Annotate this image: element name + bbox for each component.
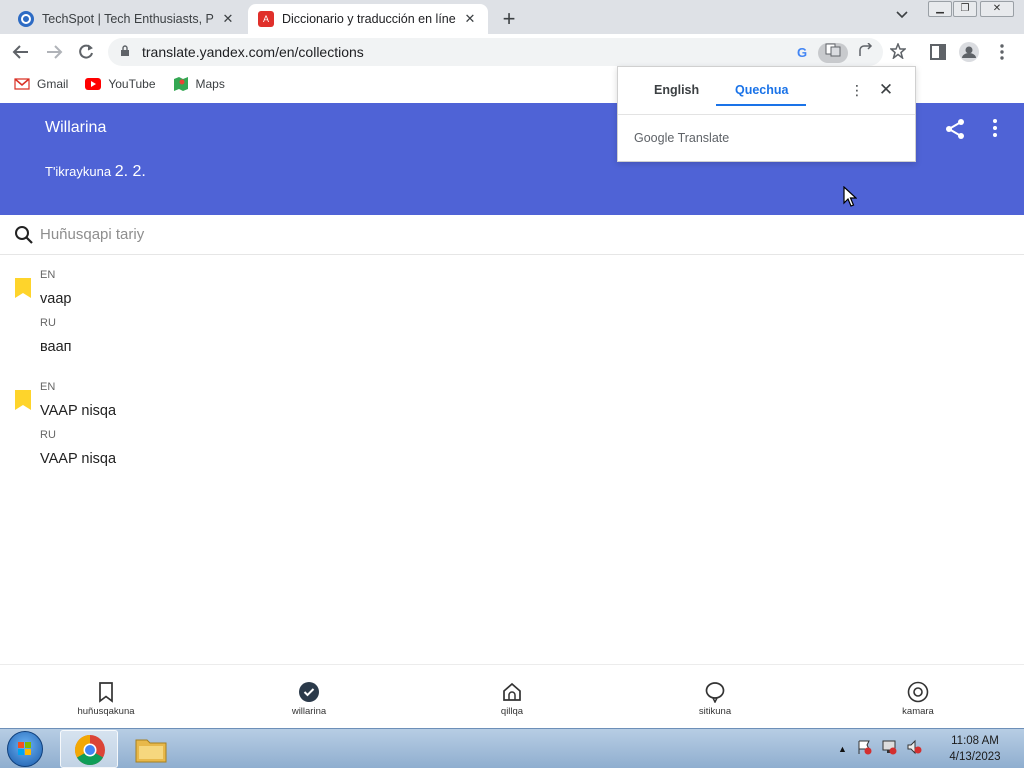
active-tab-indicator <box>716 104 806 106</box>
nav-qillqa[interactable]: qillqa <box>452 665 572 729</box>
google-lens-icon[interactable]: G <box>792 43 812 63</box>
windows-logo-icon <box>18 742 31 755</box>
target-language-tab[interactable]: Quechua <box>735 83 789 97</box>
search-icon <box>15 225 33 244</box>
forward-arrow-icon[interactable] <box>42 40 66 64</box>
tab-close-icon[interactable]: ✕ <box>220 11 236 27</box>
divider <box>618 114 915 115</box>
nav-label: huñusqakuna <box>77 706 135 717</box>
folder-icon <box>135 739 167 763</box>
minimize-button[interactable]: ▁ <box>928 1 952 17</box>
maps-icon <box>173 77 188 91</box>
home-icon <box>503 682 521 701</box>
new-tab-button[interactable]: + <box>498 6 520 32</box>
bookmark-youtube[interactable]: YouTube <box>85 77 156 91</box>
profile-avatar-icon[interactable] <box>957 40 981 64</box>
collection-title: Willarina <box>45 119 107 136</box>
translate-options-icon[interactable]: ⋮ <box>850 81 864 99</box>
collection-subtitle: T'ikraykuna 2. 2. <box>45 163 146 181</box>
taskbar-chrome[interactable] <box>60 730 118 768</box>
share-icon[interactable] <box>944 118 966 140</box>
bookmark-label: Gmail <box>37 77 69 91</box>
windows-taskbar: ▲ 11:08 AM 4/13/2023 <box>0 728 1024 768</box>
bookmark-icon[interactable] <box>15 390 31 410</box>
browser-toolbar: translate.yandex.com/en/collections G <box>0 34 1024 70</box>
bookmark-outline-icon <box>99 682 113 703</box>
source-text: VAAP nisqa <box>40 403 117 419</box>
url-text: translate.yandex.com/en/collections <box>142 44 364 60</box>
bookmark-label: Maps <box>195 77 225 91</box>
tray-expand-icon[interactable]: ▲ <box>838 744 847 754</box>
gmail-icon <box>14 78 30 90</box>
nav-willarina[interactable]: willarina <box>249 665 369 729</box>
source-text: vaap <box>40 291 72 307</box>
target-text: VAAP nisqa <box>40 451 117 467</box>
mouse-cursor-icon <box>843 186 857 207</box>
tab-strip: TechSpot | Tech Enthusiasts, Pow ✕ A Dic… <box>0 0 1024 34</box>
source-lang: EN <box>40 269 56 281</box>
side-panel-icon[interactable] <box>926 40 950 64</box>
brand-google: Google <box>634 131 675 145</box>
tab-title: TechSpot | Tech Enthusiasts, Pow <box>42 12 214 26</box>
window-close-button[interactable]: ✕ <box>980 1 1014 17</box>
chrome-icon <box>74 735 105 766</box>
clock-time: 11:08 AM <box>951 735 999 747</box>
system-tray: ▲ <box>838 737 931 761</box>
nav-label: qillqa <box>500 706 524 717</box>
tab-close-icon[interactable]: ✕ <box>462 11 478 27</box>
nav-label: willarina <box>291 706 327 717</box>
tab-search-chevron-icon[interactable] <box>896 8 908 22</box>
speech-bubble-icon <box>705 682 725 703</box>
system-clock[interactable]: 11:08 AM 4/13/2023 <box>940 733 1010 765</box>
source-lang: EN <box>40 381 56 393</box>
bookmark-star-icon[interactable] <box>888 41 908 63</box>
screen: TechSpot | Tech Enthusiasts, Pow ✕ A Dic… <box>0 0 1024 768</box>
nav-collections[interactable]: huñusqakuna <box>46 665 166 729</box>
more-options-icon[interactable] <box>988 117 1002 139</box>
action-center-flag-icon[interactable] <box>856 739 872 760</box>
youtube-icon <box>85 78 102 90</box>
network-icon[interactable] <box>881 739 897 760</box>
nav-label: kamara <box>902 706 934 717</box>
reload-icon[interactable] <box>74 40 98 64</box>
bottom-navigation: huñusqakuna willarina qillqa sitikuna ka… <box>0 664 1024 728</box>
chrome-menu-icon[interactable] <box>990 40 1014 64</box>
volume-muted-icon[interactable] <box>906 739 922 760</box>
close-icon[interactable]: ✕ <box>878 80 894 100</box>
collection-search <box>0 215 1024 255</box>
yandex-translate-icon: A <box>258 11 274 27</box>
start-button[interactable] <box>7 731 43 767</box>
target-lang: RU <box>40 317 56 329</box>
share-page-icon[interactable] <box>856 42 876 63</box>
camera-icon <box>907 681 929 703</box>
bookmark-label: YouTube <box>108 77 156 91</box>
techspot-icon <box>18 11 34 27</box>
tab-yandex-translate[interactable]: A Diccionario y traducción en línea ✕ <box>248 4 488 34</box>
target-lang: RU <box>40 429 56 441</box>
nav-sitikuna[interactable]: sitikuna <box>655 665 775 729</box>
bookmark-icon[interactable] <box>15 278 31 298</box>
check-circle-icon <box>299 682 319 702</box>
bookmark-maps[interactable]: Maps <box>173 76 225 92</box>
bookmark-gmail[interactable]: Gmail <box>14 77 68 91</box>
address-bar[interactable]: translate.yandex.com/en/collections G <box>108 38 907 66</box>
nav-kamara[interactable]: kamara <box>858 665 978 729</box>
lock-icon <box>120 44 136 60</box>
restore-button[interactable]: ❐ <box>953 1 977 17</box>
tab-title: Diccionario y traducción en línea <box>282 12 456 26</box>
source-language-tab[interactable]: English <box>654 83 699 97</box>
translate-popup: English Quechua ⋮ ✕ Google Translate <box>617 66 916 162</box>
search-input[interactable] <box>40 226 940 243</box>
target-text: ваап <box>40 339 72 355</box>
brand-translate: Translate <box>677 131 730 145</box>
translations-label: T'ikraykuna <box>45 164 112 179</box>
back-arrow-icon[interactable] <box>9 40 33 64</box>
nav-label: sitikuna <box>698 706 732 717</box>
google-translate-brand: Google Translate <box>634 131 729 145</box>
translations-count: 2. 2. <box>114 163 146 180</box>
google-translate-icon[interactable] <box>818 43 848 63</box>
tab-techspot[interactable]: TechSpot | Tech Enthusiasts, Pow ✕ <box>8 4 246 34</box>
clock-date: 4/13/2023 <box>949 751 1001 763</box>
taskbar-explorer[interactable] <box>122 730 180 768</box>
